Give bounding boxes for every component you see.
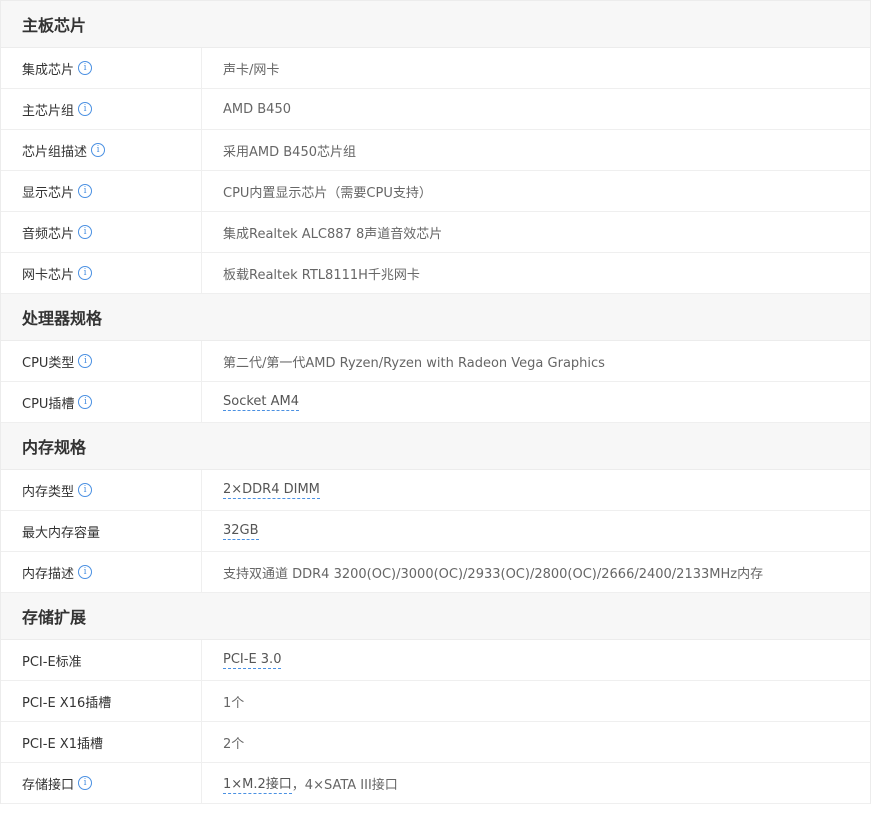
spec-label-text: PCI-E标准 [22, 654, 82, 670]
spec-label-text: PCI-E X16插槽 [22, 695, 112, 711]
spec-value-link[interactable]: 32GB [223, 523, 259, 540]
spec-label-text: CPU类型 [22, 355, 75, 371]
spec-label-text: PCI-E X1插槽 [22, 736, 103, 752]
spec-label-text: CPU插槽 [22, 396, 75, 412]
spec-value-text: 声卡/网卡 [223, 62, 280, 78]
spec-value-text: AMD B450 [223, 101, 291, 117]
spec-value: 第二代/第一代AMD Ryzen/Ryzen with Radeon Vega … [202, 352, 605, 371]
spec-label: 音频芯片 i [1, 212, 202, 252]
spec-row: PCI-E标准 PCI-E 3.0 [1, 640, 870, 681]
spec-value: 2个 [202, 733, 244, 752]
spec-value: 支持双通道 DDR4 3200(OC)/3000(OC)/2933(OC)/28… [202, 563, 763, 582]
spec-value: 集成Realtek ALC887 8声道音效芯片 [202, 223, 442, 242]
spec-value-text: 第二代/第一代AMD Ryzen/Ryzen with Radeon Vega … [223, 355, 605, 371]
spec-label: PCI-E标准 [1, 640, 202, 680]
spec-label: 芯片组描述 i [1, 130, 202, 170]
spec-label-text: 集成芯片 [22, 62, 75, 78]
spec-row: 音频芯片 i 集成Realtek ALC887 8声道音效芯片 [1, 212, 870, 253]
spec-value-text: 1个 [223, 695, 245, 711]
spec-value-text: 2个 [223, 736, 245, 752]
spec-value-text: ，4×SATA III接口 [291, 777, 398, 793]
spec-row: CPU插槽 i Socket AM4 [1, 382, 870, 423]
spec-row: 集成芯片 i 声卡/网卡 [1, 48, 870, 89]
spec-label-text: 网卡芯片 [22, 267, 75, 283]
spec-label: 内存类型 i [1, 470, 202, 510]
spec-label: 最大内存容量 [1, 511, 202, 551]
spec-label: 内存描述 i [1, 552, 202, 592]
spec-value-link[interactable]: 2×DDR4 DIMM [223, 482, 320, 499]
spec-row: 存储接口 i 1×M.2接口 ，4×SATA III接口 [1, 763, 870, 804]
spec-label-text: 芯片组描述 [22, 144, 88, 160]
spec-label: 存储接口 i [1, 763, 202, 803]
section-title: 内存规格 [1, 423, 870, 470]
spec-value: 声卡/网卡 [202, 59, 279, 78]
spec-row: PCI-E X1插槽 2个 [1, 722, 870, 763]
spec-value: PCI-E 3.0 [202, 652, 282, 669]
spec-table: 主板芯片 集成芯片 i 声卡/网卡 主芯片组 i AMD B450 芯片组描述 i 采用AMD B… [0, 0, 871, 804]
spec-value-text: 支持双通道 DDR4 3200(OC)/3000(OC)/2933(OC)/28… [223, 566, 764, 582]
spec-value: 1个 [202, 692, 244, 711]
spec-value-text: 采用AMD B450芯片组 [223, 144, 356, 160]
spec-label: CPU类型 i [1, 341, 202, 381]
section-title: 主板芯片 [1, 1, 870, 48]
info-icon[interactable]: i [78, 102, 93, 116]
spec-value: AMD B450 [202, 102, 291, 117]
spec-row: 芯片组描述 i 采用AMD B450芯片组 [1, 130, 870, 171]
spec-label-text: 内存类型 [22, 484, 75, 500]
spec-value: Socket AM4 [202, 394, 300, 411]
spec-value: 1×M.2接口 ，4×SATA III接口 [202, 773, 398, 794]
section-title: 存储扩展 [1, 593, 870, 640]
section-title: 处理器规格 [1, 294, 870, 341]
spec-row: 内存描述 i 支持双通道 DDR4 3200(OC)/3000(OC)/2933(O… [1, 552, 870, 593]
spec-label: 显示芯片 i [1, 171, 202, 211]
info-icon[interactable]: i [78, 61, 93, 75]
info-icon[interactable]: i [78, 184, 93, 198]
spec-value: 32GB [202, 523, 259, 540]
spec-label: PCI-E X1插槽 [1, 722, 202, 762]
info-icon[interactable]: i [78, 225, 93, 239]
spec-label: 主芯片组 i [1, 89, 202, 129]
spec-label-text: 显示芯片 [22, 185, 75, 201]
spec-value-text: CPU内置显示芯片（需要CPU支持） [223, 185, 432, 201]
spec-value-text: 板载Realtek RTL8111H千兆网卡 [223, 267, 420, 283]
info-icon[interactable]: i [78, 565, 93, 579]
spec-value-text: 集成Realtek ALC887 8声道音效芯片 [223, 226, 443, 242]
info-icon[interactable]: i [78, 266, 93, 280]
spec-label-text: 内存描述 [22, 566, 75, 582]
spec-row: 主芯片组 i AMD B450 [1, 89, 870, 130]
spec-row: 内存类型 i 2×DDR4 DIMM [1, 470, 870, 511]
spec-label-text: 存储接口 [22, 777, 75, 793]
spec-value: 板载Realtek RTL8111H千兆网卡 [202, 264, 420, 283]
spec-label: 集成芯片 i [1, 48, 202, 88]
spec-value: 采用AMD B450芯片组 [202, 141, 356, 160]
info-icon[interactable]: i [78, 395, 93, 409]
info-icon[interactable]: i [91, 143, 106, 157]
spec-row: 网卡芯片 i 板载Realtek RTL8111H千兆网卡 [1, 253, 870, 294]
spec-label-text: 音频芯片 [22, 226, 75, 242]
spec-value: CPU内置显示芯片（需要CPU支持） [202, 182, 432, 201]
spec-value-link[interactable]: Socket AM4 [223, 394, 300, 411]
spec-value: 2×DDR4 DIMM [202, 482, 320, 499]
spec-label: PCI-E X16插槽 [1, 681, 202, 721]
spec-label-text: 最大内存容量 [22, 525, 101, 541]
spec-label: 网卡芯片 i [1, 253, 202, 293]
info-icon[interactable]: i [78, 354, 93, 368]
spec-row: PCI-E X16插槽 1个 [1, 681, 870, 722]
info-icon[interactable]: i [78, 776, 93, 790]
spec-row: CPU类型 i 第二代/第一代AMD Ryzen/Ryzen with Radeon… [1, 341, 870, 382]
spec-label-text: 主芯片组 [22, 103, 75, 119]
spec-row: 显示芯片 i CPU内置显示芯片（需要CPU支持） [1, 171, 870, 212]
info-icon[interactable]: i [78, 483, 93, 497]
spec-row: 最大内存容量 32GB [1, 511, 870, 552]
spec-value-link[interactable]: 1×M.2接口 [223, 773, 292, 794]
spec-value-link[interactable]: PCI-E 3.0 [223, 652, 282, 669]
spec-label: CPU插槽 i [1, 382, 202, 422]
